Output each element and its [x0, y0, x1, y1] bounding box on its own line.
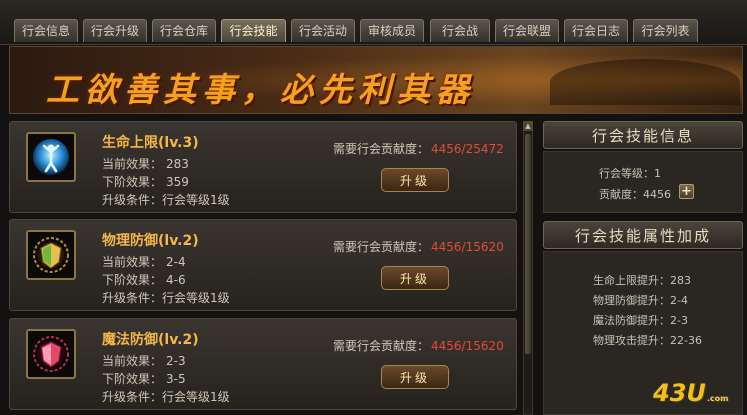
current-effect: 当前效果： 2-4	[102, 253, 186, 270]
upgrade-condition: 升级条件：行会等级1级	[102, 289, 230, 306]
contribution-value: 4456	[643, 188, 671, 201]
contribution: 贡献度：4456	[599, 186, 671, 202]
guild-level: 行会等级：1	[599, 165, 661, 181]
life-limit-icon	[26, 132, 76, 182]
scroll-up-arrow-icon[interactable]: ▲	[523, 121, 533, 131]
required-contribution-label: 需要行会贡献度：	[333, 142, 430, 156]
bonus-life-limit: 生命上限提升：283	[593, 272, 691, 288]
pagoda-roof-decoration	[550, 59, 740, 105]
current-effect-value: 2-3	[166, 354, 186, 368]
upgrade-condition-value: 行会等级1级	[162, 390, 230, 404]
bonus-value: 22-36	[670, 334, 702, 347]
current-effect-value: 283	[166, 157, 189, 171]
add-contribution-button[interactable]: +	[679, 184, 694, 199]
tab-guild-list[interactable]: 行会列表	[633, 19, 698, 42]
upgrade-condition-value: 行会等级1级	[162, 193, 230, 207]
required-contribution-value: 4456/15620	[431, 240, 504, 254]
required-contribution-value: 4456/25472	[431, 142, 504, 156]
required-contribution-label: 需要行会贡献度：	[333, 339, 430, 353]
tab-guild-log[interactable]: 行会日志	[564, 19, 628, 42]
bonus-magic-defense: 魔法防御提升：2-3	[593, 312, 688, 328]
current-effect: 当前效果： 283	[102, 155, 189, 172]
next-effect-label: 下阶效果：	[102, 372, 163, 386]
skills-banner: 工欲善其事，必先利其器	[9, 46, 743, 114]
skill-info-header: 行会技能信息	[543, 121, 743, 149]
logo-suffix: .com	[706, 394, 729, 403]
upgrade-button[interactable]: 升级	[381, 168, 449, 192]
scroll-thumb[interactable]	[525, 134, 531, 354]
current-effect-label: 当前效果：	[102, 157, 163, 171]
guild-level-label: 行会等级：	[599, 167, 654, 180]
tab-review-members[interactable]: 审核成员	[360, 19, 424, 42]
guild-tab-bar: 行会信息 行会升级 行会仓库 行会技能 行会活动 审核成员 行会战 行会联盟 行…	[0, 0, 747, 45]
skill-list-scrollbar[interactable]: ▲	[523, 121, 533, 415]
site-logo: 43U.com	[653, 379, 729, 407]
skill-card-magic-defense: 魔法防御(lv.2) 当前效果： 2-3 下阶效果： 3-5 升级条件：行会等级1级…	[9, 318, 517, 410]
required-contribution: 需要行会贡献度： 4456/15620	[333, 238, 504, 255]
next-effect: 下阶效果： 359	[102, 173, 189, 190]
bonus-label: 生命上限提升：	[593, 274, 670, 287]
tab-guild-activities[interactable]: 行会活动	[291, 19, 355, 42]
magic-defense-icon	[26, 329, 76, 379]
next-effect: 下阶效果： 4-6	[102, 271, 186, 288]
upgrade-condition-label: 升级条件：	[102, 390, 163, 404]
tab-guild-alliance[interactable]: 行会联盟	[495, 19, 559, 42]
skill-card-life-limit: 生命上限(lv.3) 当前效果： 283 下阶效果： 359 升级条件：行会等级1级…	[9, 121, 517, 213]
skill-name: 物理防御(lv.2)	[102, 233, 199, 249]
tab-guild-upgrade[interactable]: 行会升级	[83, 19, 147, 42]
tab-guild-info[interactable]: 行会信息	[14, 19, 78, 42]
upgrade-button[interactable]: 升级	[381, 266, 449, 290]
attribute-bonus-header: 行会技能属性加成	[543, 221, 743, 249]
upgrade-condition: 升级条件：行会等级1级	[102, 191, 230, 208]
upgrade-button[interactable]: 升级	[381, 365, 449, 389]
bonus-label: 魔法防御提升：	[593, 314, 670, 327]
guild-skill-side-panel: 行会技能信息 行会等级：1 贡献度：4456 + 行会技能属性加成 生命上限提升…	[543, 119, 743, 415]
skill-info-box	[543, 151, 743, 213]
next-effect-value: 4-6	[166, 273, 186, 287]
guild-level-value: 1	[654, 167, 661, 180]
current-effect-label: 当前效果：	[102, 354, 163, 368]
contribution-label: 贡献度：	[599, 188, 643, 201]
bonus-physical-attack: 物理攻击提升：22-36	[593, 332, 702, 348]
skill-card-physical-defense: 物理防御(lv.2) 当前效果： 2-4 下阶效果： 4-6 升级条件：行会等级1级…	[9, 219, 517, 311]
tab-guild-skills[interactable]: 行会技能	[221, 19, 286, 42]
skill-name: 生命上限(lv.3)	[102, 135, 199, 151]
skill-name: 魔法防御(lv.2)	[102, 332, 199, 348]
upgrade-condition: 升级条件：行会等级1级	[102, 388, 230, 405]
current-effect-label: 当前效果：	[102, 255, 163, 269]
upgrade-condition-label: 升级条件：	[102, 193, 163, 207]
next-effect-label: 下阶效果：	[102, 273, 163, 287]
required-contribution: 需要行会贡献度： 4456/15620	[333, 337, 504, 354]
banner-slogan: 工欲善其事，必先利其器	[46, 70, 475, 109]
required-contribution-value: 4456/15620	[431, 339, 504, 353]
physical-defense-icon	[26, 230, 76, 280]
next-effect-value: 3-5	[166, 372, 186, 386]
bonus-label: 物理防御提升：	[593, 294, 670, 307]
guild-skill-list: 生命上限(lv.3) 当前效果： 283 下阶效果： 359 升级条件：行会等级1级…	[9, 119, 519, 415]
current-effect-value: 2-4	[166, 255, 186, 269]
upgrade-condition-value: 行会等级1级	[162, 291, 230, 305]
next-effect-value: 359	[166, 175, 189, 189]
upgrade-condition-label: 升级条件：	[102, 291, 163, 305]
current-effect: 当前效果： 2-3	[102, 352, 186, 369]
bonus-value: 2-4	[670, 294, 688, 307]
bonus-value: 2-3	[670, 314, 688, 327]
bonus-value: 283	[670, 274, 691, 287]
required-contribution-label: 需要行会贡献度：	[333, 240, 430, 254]
tab-guild-warehouse[interactable]: 行会仓库	[152, 19, 216, 42]
logo-text: 43U	[653, 379, 706, 407]
tab-guild-war[interactable]: 行会战	[430, 19, 490, 42]
bonus-label: 物理攻击提升：	[593, 334, 670, 347]
next-effect: 下阶效果： 3-5	[102, 370, 186, 387]
next-effect-label: 下阶效果：	[102, 175, 163, 189]
required-contribution: 需要行会贡献度： 4456/25472	[333, 140, 504, 157]
bonus-physical-defense: 物理防御提升：2-4	[593, 292, 688, 308]
